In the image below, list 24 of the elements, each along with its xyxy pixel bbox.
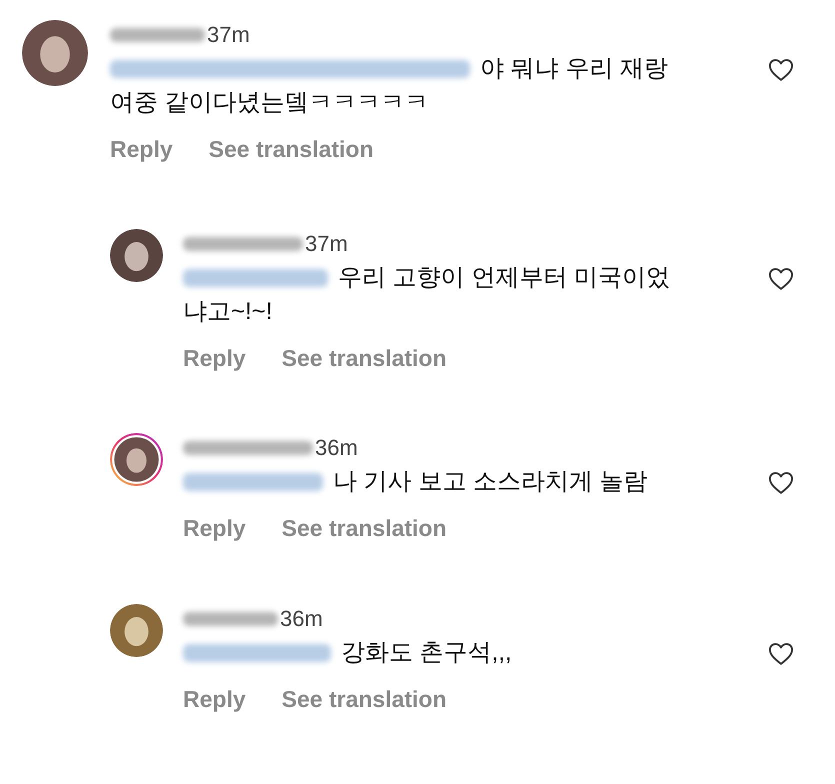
reply-button[interactable]: Reply — [183, 511, 246, 546]
comment-time: 37m — [305, 230, 348, 258]
see-translation-button[interactable]: See translation — [282, 340, 447, 375]
comment-time: 36m — [280, 604, 323, 632]
see-translation-button[interactable]: See translation — [208, 132, 374, 166]
comment-time: 36m — [315, 434, 358, 462]
avatar[interactable] — [110, 228, 163, 282]
comment-text: 여중 같이다녔는뎈ㅋㅋㅋㅋㅋ — [110, 88, 429, 118]
comment-text: 냐고~!~! — [183, 296, 272, 326]
avatar[interactable] — [110, 433, 163, 486]
comment-text: 야 뭐냐 우리 재랑 — [480, 54, 668, 84]
comment-text: 우리 고향이 언제부터 미국이었 — [338, 262, 670, 292]
see-translation-button[interactable]: See translation — [282, 682, 447, 716]
comment-time: 37m — [207, 21, 250, 49]
reply-button[interactable]: Reply — [183, 682, 246, 716]
comment-text: 강화도 촌구석,,, — [341, 638, 512, 668]
see-translation-button[interactable]: See translation — [282, 511, 447, 546]
comment-text: 나 기사 보고 소스라치게 놀람 — [333, 467, 648, 497]
reply-button[interactable]: Reply — [183, 340, 246, 375]
avatar[interactable] — [110, 604, 163, 656]
heart-icon[interactable] — [767, 469, 795, 497]
heart-icon[interactable] — [767, 56, 795, 84]
avatar[interactable] — [22, 20, 88, 86]
reply-button[interactable]: Reply — [110, 132, 173, 166]
